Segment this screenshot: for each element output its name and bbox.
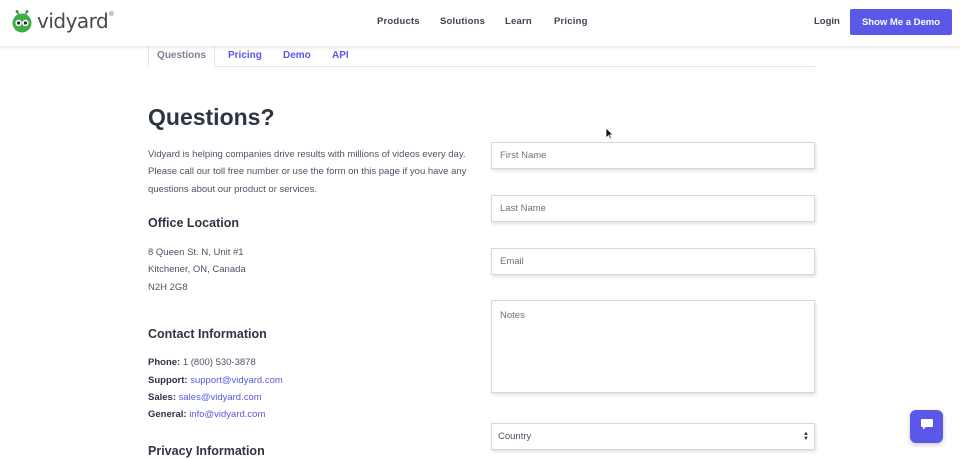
nav-products[interactable]: Products [377,16,420,27]
show-me-a-demo-button[interactable]: Show Me a Demo [850,9,952,35]
tab-api[interactable]: API [332,44,349,67]
country-select[interactable]: Country ▲ ▼ [491,423,815,450]
first-name-field[interactable] [491,142,815,169]
address-line-2: Kitchener, ON, Canada [148,264,246,275]
general-email-link[interactable]: info@vidyard.com [189,409,265,420]
page-tabs: Questions Pricing Demo API [148,44,815,67]
contact-information-heading: Contact Information [148,327,267,341]
nav-learn[interactable]: Learn [505,16,532,27]
nav-pricing[interactable]: Pricing [554,16,588,27]
contact-support: Support: support@vidyard.com [148,375,283,386]
sales-email-link[interactable]: sales@vidyard.com [179,392,262,403]
login-link[interactable]: Login [814,16,840,27]
phone-number: 1 (800) 530-3878 [182,357,256,368]
address-line-1: 8 Queen St. N, Unit #1 [148,247,244,258]
country-select-value: Country [498,431,532,442]
contact-label: General: [148,409,187,420]
updown-arrows-icon: ▲ ▼ [803,431,809,442]
contact-label: Sales: [148,392,176,403]
last-name-field[interactable] [491,195,815,222]
tab-demo[interactable]: Demo [283,44,311,67]
page-title: Questions? [148,104,275,130]
email-field[interactable] [491,248,815,275]
top-navigation-bar: vidyard ® Products Solutions Learn Prici… [0,0,960,46]
office-location-heading: Office Location [148,216,239,230]
chat-bubble-icon [920,417,934,436]
privacy-information-heading: Privacy Information [148,444,265,458]
nav-solutions[interactable]: Solutions [440,16,485,27]
vidyard-logo[interactable]: vidyard ® [10,9,114,33]
contact-general: General: info@vidyard.com [148,409,265,420]
chat-launcher-button[interactable] [910,410,943,443]
tab-questions[interactable]: Questions [148,44,215,67]
contact-sales: Sales: sales@vidyard.com [148,392,262,403]
tab-pricing[interactable]: Pricing [228,44,262,67]
intro-paragraph: Vidyard is helping companies drive resul… [148,149,467,195]
contact-label: Phone: [148,357,181,368]
contact-label: Support: [148,375,188,386]
notes-field[interactable] [491,300,815,393]
contact-phone: Phone: 1 (800) 530-3878 [148,357,256,368]
registered-mark: ® [109,12,114,18]
support-email-link[interactable]: support@vidyard.com [190,375,283,386]
logo-wordmark: vidyard [37,9,109,33]
address-line-3: N2H 2G8 [148,282,188,293]
vidyard-robot-icon [10,9,34,33]
mouse-pointer-icon [605,127,614,145]
